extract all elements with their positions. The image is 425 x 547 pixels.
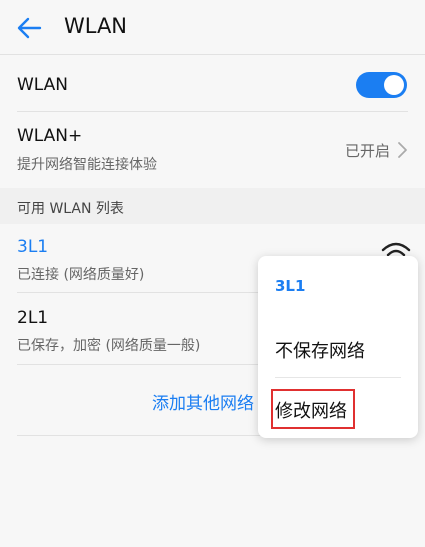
app-header: WLAN <box>0 0 425 55</box>
add-network-link[interactable]: 添加其他网络 <box>152 389 254 414</box>
network-ssid: 2L1 <box>17 308 49 328</box>
back-button[interactable] <box>14 12 46 44</box>
back-arrow-icon <box>17 17 42 39</box>
divider <box>17 111 408 112</box>
menu-divider <box>275 377 401 378</box>
wlan-label: WLAN <box>17 75 69 95</box>
section-label: 可用 WLAN 列表 <box>17 201 124 217</box>
chevron-right-icon <box>398 142 407 158</box>
menu-title: 3L1 <box>275 277 306 295</box>
wlan-toggle[interactable] <box>356 72 407 98</box>
wlan-plus-status: 已开启 <box>345 142 391 160</box>
wlan-plus-subtitle: 提升网络智能连接体验 <box>17 157 157 173</box>
network-status: 已保存，加密 (网络质量一般) <box>17 338 201 354</box>
wlan-plus-label: WLAN+ <box>17 126 83 146</box>
network-ssid: 3L1 <box>17 237 49 257</box>
toggle-knob <box>384 75 404 95</box>
menu-item-forget-network[interactable]: 不保存网络 <box>275 337 365 363</box>
network-status: 已连接 (网络质量好) <box>17 267 145 283</box>
highlight-box <box>271 389 355 429</box>
page-title: WLAN <box>64 14 128 38</box>
